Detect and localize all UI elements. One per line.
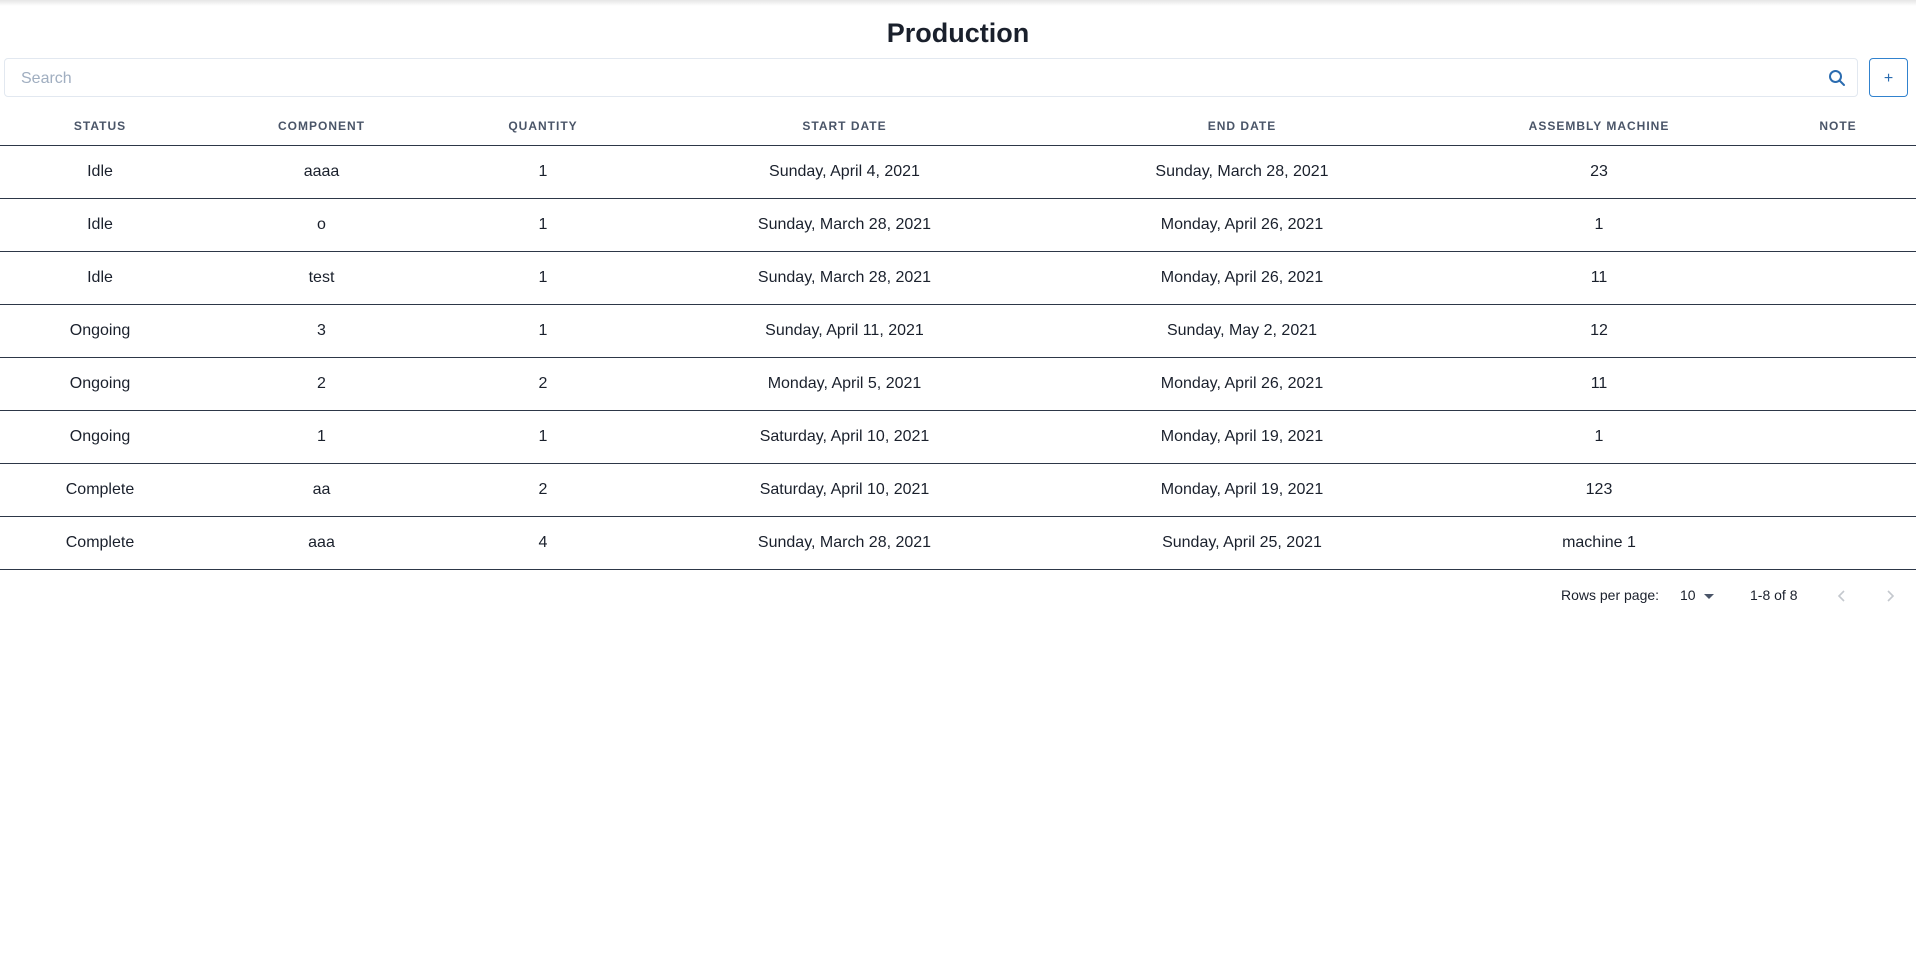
chevron-right-icon [1887,590,1895,602]
next-page-button[interactable] [1878,584,1902,608]
cell-quantity: 2 [443,463,643,517]
pagination-range: 1-8 of 8 [1750,587,1798,603]
cell-component: test [200,251,443,305]
cell-assembly-machine: 12 [1438,304,1760,358]
cell-component: aa [200,463,443,517]
cell-quantity: 1 [443,304,643,358]
cell-end-date: Sunday, April 25, 2021 [1046,516,1438,570]
cell-note [1760,357,1916,411]
cell-end-date: Monday, April 26, 2021 [1046,198,1438,252]
column-header-note[interactable]: Note [1760,106,1916,146]
table-row[interactable]: Complete aa 2 Saturday, April 10, 2021 M… [0,463,1916,517]
cell-start-date: Monday, April 5, 2021 [643,357,1046,411]
search-box[interactable] [4,58,1858,98]
column-header-assembly-machine[interactable]: Assembly Machine [1438,106,1760,146]
add-button[interactable]: + [1869,58,1908,97]
cell-start-date: Sunday, April 4, 2021 [643,145,1046,199]
cell-end-date: Monday, April 26, 2021 [1046,251,1438,305]
top-shadow [0,0,1916,6]
cell-note [1760,304,1916,358]
column-header-quantity[interactable]: Quantity [443,106,643,146]
cell-component: o [200,198,443,252]
cell-note [1760,198,1916,252]
cell-status: Complete [0,516,200,570]
cell-assembly-machine: 1 [1438,410,1760,464]
cell-end-date: Monday, April 19, 2021 [1046,463,1438,517]
cell-component: 2 [200,357,443,411]
cell-note [1760,516,1916,570]
table-row[interactable]: Ongoing 2 2 Monday, April 5, 2021 Monday… [0,357,1916,411]
page-title: Production [886,18,1030,48]
cell-quantity: 4 [443,516,643,570]
cell-assembly-machine: 23 [1438,145,1760,199]
search-input[interactable] [19,59,1803,98]
cell-assembly-machine: machine 1 [1438,516,1760,570]
cell-quantity: 1 [443,410,643,464]
cell-component: aaa [200,516,443,570]
cell-component: 3 [200,304,443,358]
cell-status: Idle [0,198,200,252]
cell-status: Idle [0,145,200,199]
cell-component: 1 [200,410,443,464]
column-header-end-date[interactable]: End Date [1046,106,1438,146]
column-header-status[interactable]: Status [0,106,200,146]
cell-end-date: Sunday, March 28, 2021 [1046,145,1438,199]
table-header-row: Status Component Quantity Start Date End… [0,106,1916,146]
cell-end-date: Monday, April 26, 2021 [1046,357,1438,411]
prev-page-button[interactable] [1830,584,1854,608]
rows-per-page-value: 10 [1680,587,1696,603]
cell-start-date: Saturday, April 10, 2021 [643,463,1046,517]
cell-status: Ongoing [0,410,200,464]
cell-start-date: Sunday, March 28, 2021 [643,198,1046,252]
cell-start-date: Sunday, March 28, 2021 [643,251,1046,305]
production-table: Status Component Quantity Start Date End… [0,106,1916,570]
cell-status: Ongoing [0,304,200,358]
cell-quantity: 1 [443,145,643,199]
cell-assembly-machine: 123 [1438,463,1760,517]
cell-assembly-machine: 11 [1438,357,1760,411]
cell-component: aaaa [200,145,443,199]
caret-down-icon [1703,593,1714,599]
cell-start-date: Sunday, March 28, 2021 [643,516,1046,570]
table-row[interactable]: Ongoing 1 1 Saturday, April 10, 2021 Mon… [0,410,1916,464]
cell-status: Ongoing [0,357,200,411]
rows-per-page-select[interactable]: 10 [1678,585,1716,605]
cell-status: Complete [0,463,200,517]
cell-quantity: 2 [443,357,643,411]
cell-assembly-machine: 11 [1438,251,1760,305]
table-row[interactable]: Idle o 1 Sunday, March 28, 2021 Monday, … [0,198,1916,252]
cell-start-date: Saturday, April 10, 2021 [643,410,1046,464]
rows-per-page-label: Rows per page: [1561,587,1660,603]
chevron-left-icon [1837,590,1845,602]
cell-note [1760,145,1916,199]
search-icon[interactable] [1827,68,1847,88]
cell-end-date: Sunday, May 2, 2021 [1046,304,1438,358]
cell-note [1760,410,1916,464]
table-row[interactable]: Ongoing 3 1 Sunday, April 11, 2021 Sunda… [0,304,1916,358]
cell-quantity: 1 [443,251,643,305]
table-row[interactable]: Complete aaa 4 Sunday, March 28, 2021 Su… [0,516,1916,570]
cell-start-date: Sunday, April 11, 2021 [643,304,1046,358]
pagination: Rows per page: 10 1-8 of 8 [0,584,1916,608]
cell-assembly-machine: 1 [1438,198,1760,252]
cell-status: Idle [0,251,200,305]
column-header-start-date[interactable]: Start Date [643,106,1046,146]
cell-note [1760,251,1916,305]
cell-quantity: 1 [443,198,643,252]
column-header-component[interactable]: Component [200,106,443,146]
cell-note [1760,463,1916,517]
table-row[interactable]: Idle aaaa 1 Sunday, April 4, 2021 Sunday… [0,145,1916,199]
table-row[interactable]: Idle test 1 Sunday, March 28, 2021 Monda… [0,251,1916,305]
cell-end-date: Monday, April 19, 2021 [1046,410,1438,464]
